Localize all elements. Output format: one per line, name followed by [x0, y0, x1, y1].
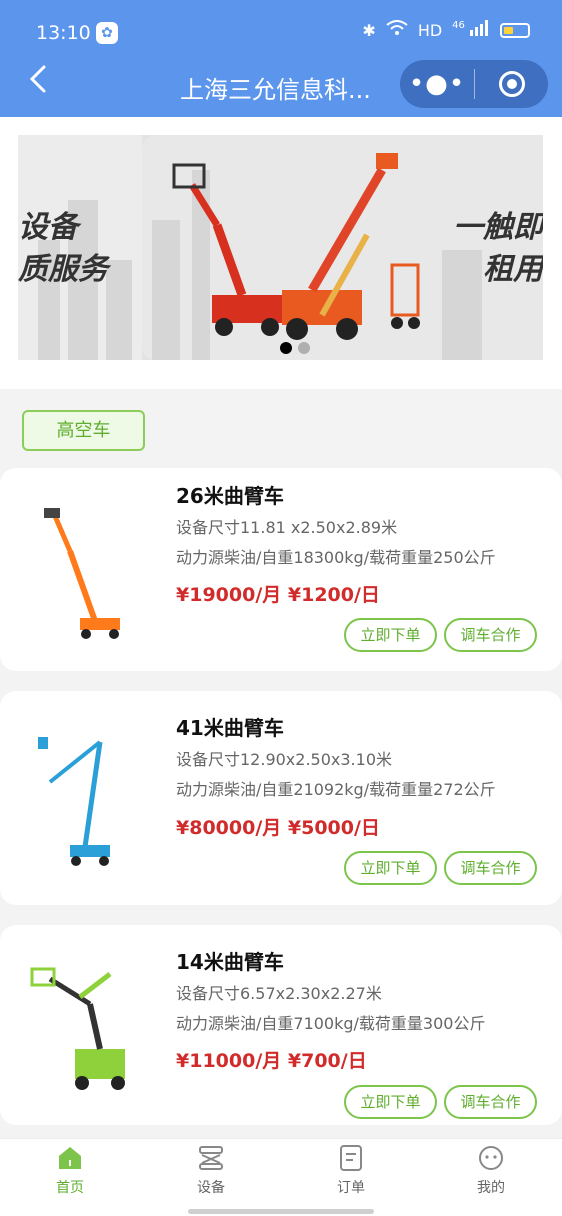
hd-label: HD — [417, 20, 443, 40]
signal-icon: 46 — [452, 20, 490, 40]
status-icons: ✱ HD 46 — [362, 20, 530, 40]
tab-mine[interactable]: 我的 — [451, 1145, 531, 1197]
tab-label: 设备 — [197, 1180, 225, 1196]
carousel-indicator — [280, 342, 310, 354]
product-card[interactable]: 41米曲臂车 设备尺寸12.90x2.50x3.10米 动力源柴油/自重2109… — [0, 691, 562, 905]
product-price: ¥80000/月 ¥5000/日 — [176, 817, 380, 839]
product-price: ¥19000/月 ¥1200/日 — [176, 584, 380, 606]
target-close-icon[interactable] — [475, 71, 548, 97]
nav-bar: 上海三允信息科... •●• — [0, 58, 562, 114]
banner-area: 设备 质服务 一触即 租用 — [0, 117, 562, 389]
order-now-button[interactable]: 立即下单 — [344, 618, 437, 652]
tab-label: 首页 — [56, 1180, 84, 1196]
back-icon[interactable] — [18, 64, 58, 104]
home-indicator — [188, 1209, 374, 1214]
tab-orders[interactable]: 订单 — [311, 1145, 391, 1197]
home-icon — [57, 1145, 83, 1171]
product-name: 41米曲臂车 — [176, 716, 284, 740]
product-spec: 动力源柴油/自重21092kg/载荷重量272公斤 — [176, 780, 496, 799]
lift-trucks-illustration — [172, 153, 420, 340]
banner-text-right: 一触即 租用 — [453, 210, 543, 287]
banner-text-left: 设备 质服务 — [18, 210, 108, 287]
tab-home[interactable]: 首页 — [30, 1145, 110, 1197]
app-notification-icon: ✿ — [96, 22, 118, 44]
tab-bar: 首页 设备 订单 我的 — [0, 1138, 562, 1216]
banner-carousel[interactable]: 设备 质服务 一触即 租用 — [18, 135, 543, 360]
banner-slide-current: 一触即 租用 — [142, 135, 543, 360]
product-name: 26米曲臂车 — [176, 484, 284, 508]
product-card[interactable]: 14米曲臂车 设备尺寸6.57x2.30x2.27米 动力源柴油/自重7100k… — [0, 925, 562, 1125]
battery-icon — [500, 22, 530, 38]
cooperate-button[interactable]: 调车合作 — [444, 1085, 537, 1119]
tab-label: 订单 — [337, 1180, 365, 1196]
product-image — [38, 737, 110, 866]
equipment-icon — [198, 1145, 224, 1171]
page-title: 上海三允信息科... — [180, 76, 371, 104]
order-now-button[interactable]: 立即下单 — [344, 1085, 437, 1119]
product-size: 设备尺寸12.90x2.50x3.10米 — [176, 750, 392, 769]
product-spec: 动力源柴油/自重18300kg/载荷重量250公斤 — [176, 548, 496, 567]
product-price: ¥11000/月 ¥700/日 — [176, 1050, 367, 1072]
tab-equipment[interactable]: 设备 — [171, 1145, 251, 1197]
carousel-dot-active — [280, 342, 292, 354]
more-dots-icon[interactable]: •●• — [400, 64, 474, 104]
product-size: 设备尺寸11.81 x2.50x2.89米 — [176, 518, 398, 537]
banner-slide-prev: 设备 质服务 — [18, 135, 142, 360]
carousel-dot — [298, 342, 310, 354]
mini-program-capsule: •●• — [400, 60, 548, 108]
product-image — [44, 508, 120, 639]
order-icon — [338, 1145, 364, 1171]
tab-label: 我的 — [477, 1180, 505, 1196]
product-card[interactable]: 26米曲臂车 设备尺寸11.81 x2.50x2.89米 动力源柴油/自重183… — [0, 468, 562, 671]
header: 13:10 ✿ ✱ HD 46 上海三允信息科... •●• — [0, 0, 562, 117]
cooperate-button[interactable]: 调车合作 — [444, 851, 537, 885]
product-size: 设备尺寸6.57x2.30x2.27米 — [176, 984, 382, 1003]
status-time: 13:10 — [36, 22, 91, 44]
category-tag-aerial[interactable]: 高空车 — [22, 410, 145, 451]
cooperate-button[interactable]: 调车合作 — [444, 618, 537, 652]
profile-icon — [478, 1145, 504, 1171]
wifi-icon — [386, 20, 408, 40]
order-now-button[interactable]: 立即下单 — [344, 851, 437, 885]
bluetooth-icon: ✱ — [362, 20, 376, 40]
status-bar: 13:10 ✿ ✱ HD 46 — [0, 0, 562, 62]
product-name: 14米曲臂车 — [176, 950, 284, 974]
product-spec: 动力源柴油/自重7100kg/载荷重量300公斤 — [176, 1014, 486, 1033]
product-image — [30, 967, 125, 1090]
